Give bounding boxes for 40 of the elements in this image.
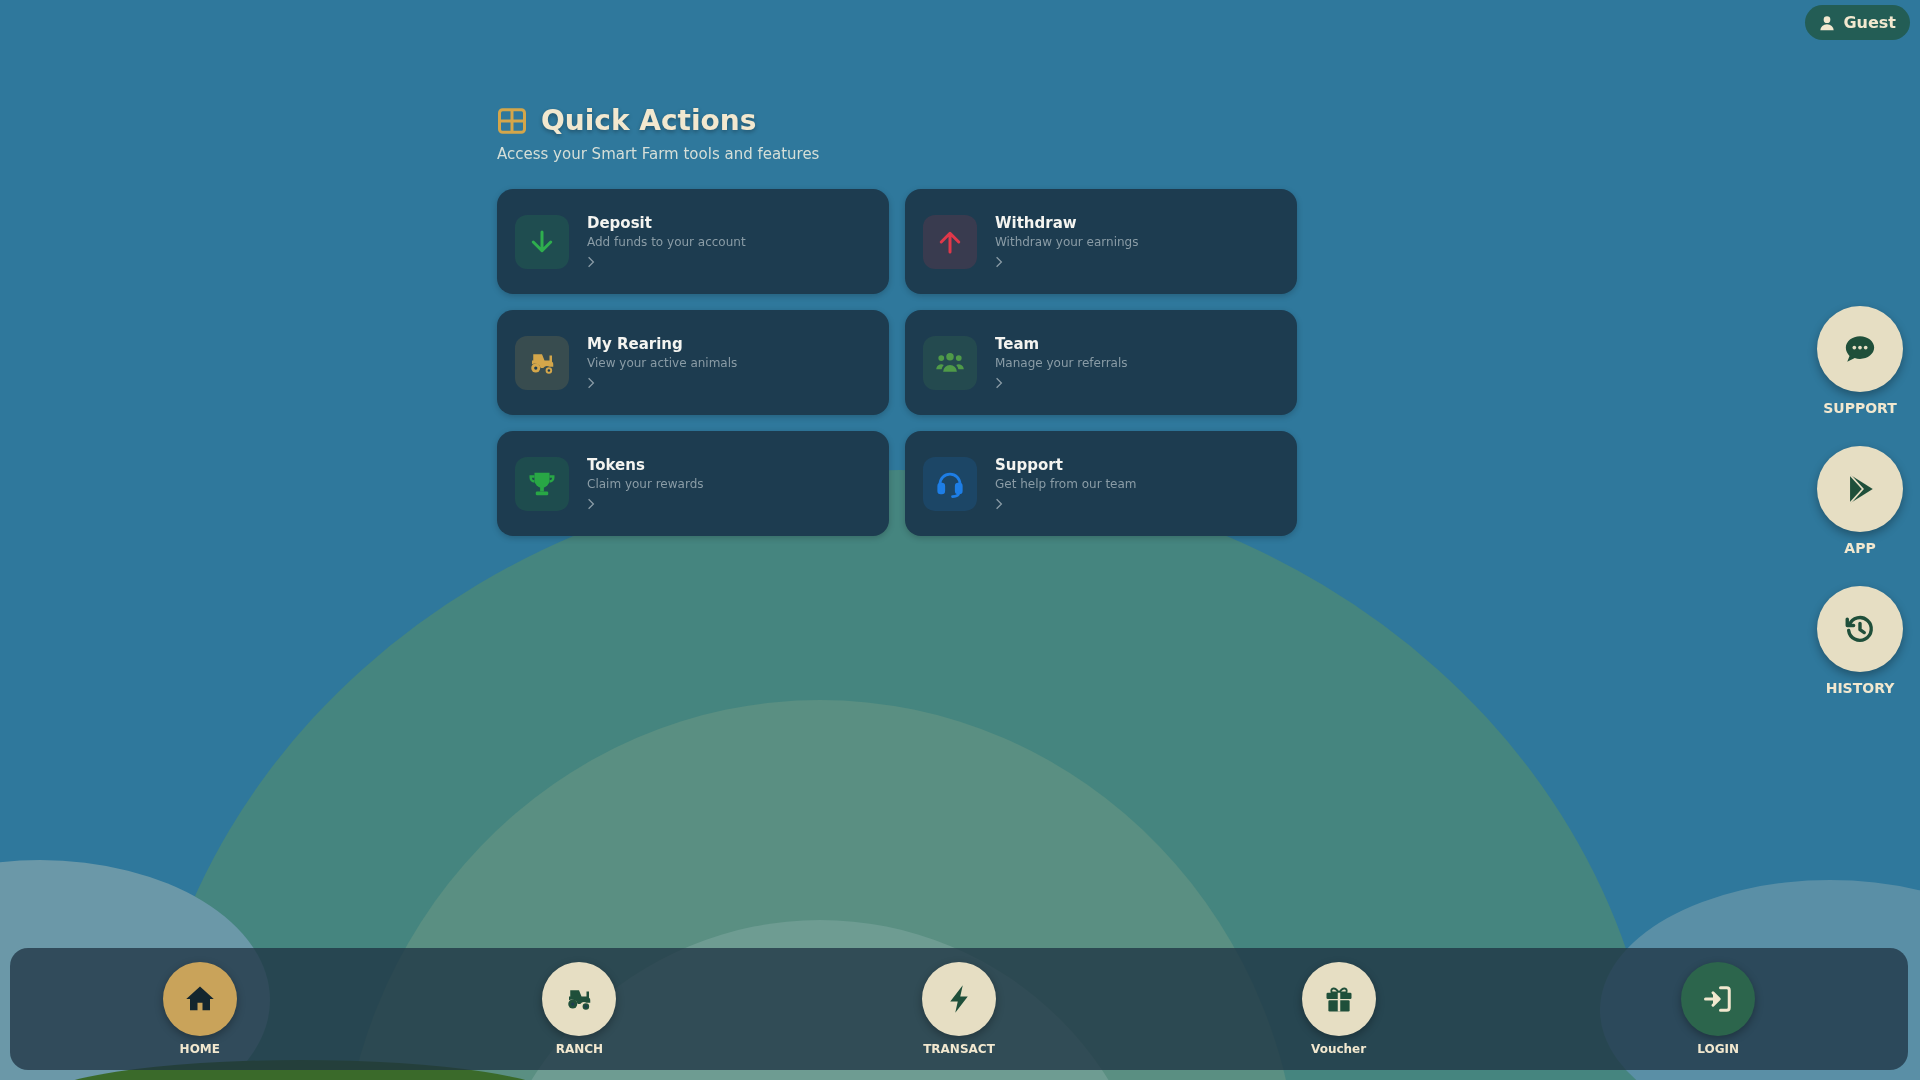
user-badge[interactable]: Guest [1805,5,1910,40]
card-description: Add funds to your account [587,235,746,249]
user-icon [1819,14,1836,31]
action-card[interactable]: Support Get help from our team [905,431,1297,536]
card-description: Withdraw your earnings [995,235,1139,249]
card-title: Support [995,456,1063,474]
grid-icon [497,105,527,136]
chevron-right-icon [995,497,1003,511]
user-name: Guest [1843,13,1896,32]
side-button-label: HISTORY [1825,680,1895,696]
nav-label: RANCH [555,1042,604,1056]
card-title: Tokens [587,456,645,474]
chevron-right-icon [995,255,1003,269]
section-title: Quick Actions [541,104,757,137]
action-card[interactable]: My Rearing View your active animals [497,310,889,415]
section-subtitle: Access your Smart Farm tools and features [497,145,821,163]
card-description: Get help from our team [995,477,1137,491]
chevron-right-icon [587,255,595,269]
nav-button[interactable] [922,962,996,1036]
card-title: Withdraw [995,214,1077,232]
card-title: Deposit [587,214,652,232]
card-description: Claim your rewards [587,477,704,491]
nav-label: Voucher [1311,1042,1367,1056]
action-card[interactable]: Withdraw Withdraw your earnings [905,189,1297,294]
chevron-right-icon [995,376,1003,390]
chevron-right-icon [587,376,595,390]
card-title: Team [995,335,1040,353]
chevron-right-icon [587,497,595,511]
action-card[interactable]: Team Manage your referrals [905,310,1297,415]
nav-label: TRANSACT [923,1042,995,1056]
card-title: My Rearing [587,335,683,353]
nav-label: LOGIN [1697,1042,1740,1056]
side-button-label: APP [1844,540,1876,556]
action-card[interactable]: Tokens Claim your rewards [497,431,889,536]
nav-label: HOME [179,1042,220,1056]
card-description: View your active animals [587,356,738,370]
action-card[interactable]: Deposit Add funds to your account [497,189,889,294]
side-button-label: SUPPORT [1823,400,1897,416]
login-icon [1703,984,1734,1014]
card-description: Manage your referrals [995,356,1128,370]
